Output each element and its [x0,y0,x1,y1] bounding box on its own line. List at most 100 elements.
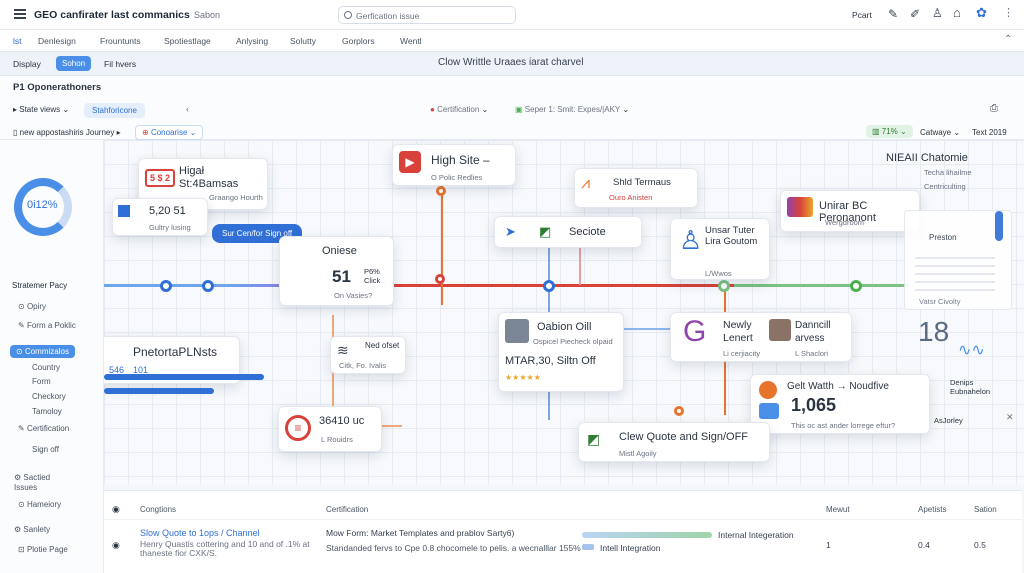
node-card-unirar[interactable]: Unirar BC Peronanont Wergdroom [780,190,920,232]
flow-node-dot[interactable] [850,280,862,292]
chevron-left-icon[interactable]: ‹ [186,104,189,114]
tab-gorplors[interactable]: Gorplors [342,36,375,46]
flow-node-dot[interactable] [435,274,445,284]
tab-spotiestlage[interactable]: Spotiestlage [164,36,211,46]
mode-active-button[interactable]: Sohon [56,56,92,71]
settings-icon[interactable]: ⋮ [1003,6,1014,19]
node-card-value-520[interactable]: 5,20 51 Gultry lusing [112,198,208,236]
toggle-switch[interactable] [995,211,1003,241]
node-sub: Citk, Fo. Ivalis [339,361,387,370]
state-views-label: State views [19,105,61,114]
tab-wentl[interactable]: Wentl [400,36,422,46]
flow-node-dot[interactable] [202,280,214,292]
mode-display[interactable]: Display [13,59,41,69]
table-header-sation[interactable]: Sation [974,505,997,514]
denips-card: Denips Eubnahelon AsJorley ✕ [934,378,1020,428]
flow-line-main-green [734,284,909,287]
sidebar-sub-certification[interactable]: ✎ Certification [18,424,69,433]
sidebar-item-opiry[interactable]: ⊙ Opiry [18,302,46,311]
row-desc: Henry Quastis cottering and 10 and of .1… [140,539,310,558]
flow-node-dot[interactable] [436,186,446,196]
logo-icon: G [683,315,707,348]
top-bar: GEO canfirater last commanics Sabon Gerf… [0,0,1024,30]
node-card-oabion[interactable]: Oabion Oill Ospicel Piecheck olpaid MTAR… [498,312,624,392]
table-row[interactable]: ◉ Slow Quote to 1ops / Channel Henry Qua… [104,519,1022,573]
sidebar-item-active[interactable]: ⊙ Commizalos [10,345,75,358]
sidebar-item-form-a-poklic[interactable]: ✎ Form a Poklic [18,321,76,330]
journey-text: new appostashiris Journey [19,128,115,137]
tab-anlysing[interactable]: Anlysing [236,36,268,46]
sidebar-item-hameiory[interactable]: ⊙ Hameiory [18,500,61,509]
state-views-dropdown[interactable]: ▸ State views ⌄ [13,105,69,114]
comparison-dropdown[interactable]: ⊕ Conoarise ⌄ [135,125,204,140]
row-link[interactable]: Slow Quote to 1ops / Channel [140,528,260,538]
node-title: Newly Lenert [723,319,753,344]
avatar [759,381,777,399]
sidebar-sub-country[interactable]: Country [32,363,60,372]
right-panel-mini: Preston Vatsr Civolty [904,210,1012,310]
tab-solutty[interactable]: Solutty [290,36,316,46]
chevron-up-icon[interactable]: ⌃ [1004,34,1012,45]
node-sub: Vatsr Civolty [919,297,961,306]
sidebar-group-sanlety: ⚙ Sanlety [14,525,51,534]
node-card-oniese[interactable]: Oniese 51 P6% Click On Vasies? [279,236,394,306]
node-card-shld[interactable]: ⩘ Shld Termaus Ouro Anisten [574,168,698,208]
mini-list [915,251,995,291]
flag-icon [118,205,130,217]
tab-frountunts[interactable]: Frountunts [100,36,141,46]
node-sub-2: L Shaclori [795,349,829,358]
tab-denlesign[interactable]: Denlesign [38,36,76,46]
table-header-certification[interactable]: Certification [326,505,368,514]
print-icon[interactable]: ⎙ [990,103,998,114]
node-card-nieaii[interactable]: NIEAII Chatomie Techa lihailme Centricul… [860,152,1020,196]
flow-canvas[interactable]: 5 $ 2 Higał St:4Bamsas Graango Hourth ▶ … [104,140,1024,485]
node-card-gelt[interactable]: Gelt Watth → Noudfive 1,065 This oc ast … [750,374,930,434]
sidebar-sub-tamoloy[interactable]: Tamoloy [32,407,62,416]
node-sub: Mistl Agoily [619,449,657,458]
account-label[interactable]: Pcart [852,10,872,20]
node-title-2: Danncill arvess [795,320,831,344]
legend-seper: ▣ Seper 1: Smit: Expes/|AKY ⌄ [515,105,630,114]
menu-icon[interactable] [14,9,26,19]
sidebar-plotie-label: Plotie Page [26,545,68,554]
node-card-unsar[interactable]: ♙ Unsar Tuter Lira Goutom L/Wwos [670,218,770,280]
home-icon[interactable]: ⌂ [953,5,961,20]
table-header-apetists[interactable]: Apetists [918,505,946,514]
tool-icon[interactable]: ✐ [910,7,920,21]
flow-node-dot[interactable] [718,280,730,292]
sidebar-sub-checkory[interactable]: Checkory [32,392,66,401]
node-card-36410[interactable]: ≡ 36410 uc L Rouidrs [278,406,382,452]
filter-button[interactable]: Fil hvers [104,59,136,69]
node-title: PnetortaPLNsts [133,345,218,359]
user-icon[interactable]: ♙ [932,6,943,20]
legend-1-label: Certification [437,105,480,114]
table-header-congtions[interactable]: Congtions [140,505,176,514]
flow-node-dot[interactable] [674,406,684,416]
sidebar-item-plotie[interactable]: ⊡ Plotie Page [18,545,68,554]
stat-pill[interactable]: Stahforicone [84,103,145,118]
text-year-label: Text 2019 [972,128,1007,137]
node-card-newly[interactable]: G Newly Lenert Li cerjiacity Danncill ar… [670,312,852,362]
close-icon[interactable]: ✕ [1006,412,1014,423]
flow-node-dot[interactable] [160,280,172,292]
category-dropdown[interactable]: Catwaye ⌄ [920,128,960,137]
sidebar-heading: Stratemer Pacy [12,281,68,290]
sidebar-sub-form[interactable]: Form [32,377,51,386]
search-input[interactable]: Gerfication issue [338,6,516,24]
node-title: Ned ofset [365,341,400,350]
edit-icon[interactable]: ✎ [888,7,898,21]
sync-icon[interactable]: ✿ [976,5,987,21]
canvas-title: Clow Writtle Uraaes iarat charvel [438,57,584,68]
node-card-high-site[interactable]: ▶ High Site – O Polic Redlies [392,144,516,186]
node-card-seciote[interactable]: ➤ ◩ Seciote [494,216,642,248]
row-radio[interactable]: ◉ [112,540,120,551]
sidebar-sub-signoff[interactable]: Sign off [32,445,59,454]
tab-first[interactable]: lst [13,36,22,46]
node-title: Higał St:4Bamsas [179,165,239,190]
node-card-ned[interactable]: ≋ Ned ofset Citk, Fo. Ivalis [330,336,406,374]
flow-node-dot[interactable] [543,280,555,292]
node-card-clew[interactable]: ◩ Clew Quote and Sign/OFF Mistl Agoily [578,422,770,462]
flow-connector [441,285,443,305]
progress-bar-1 [582,532,712,538]
table-header-mewut[interactable]: Mewut [826,505,850,514]
